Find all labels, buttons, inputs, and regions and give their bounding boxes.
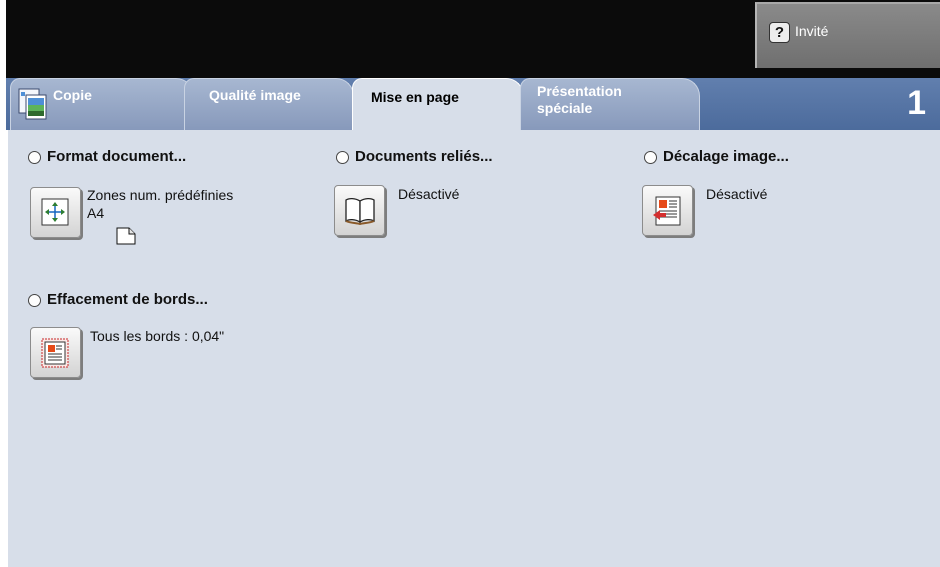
page-orientation-icon — [116, 227, 136, 245]
edge-erase-radio[interactable] — [28, 294, 41, 307]
page-number: 1 — [907, 84, 926, 122]
image-shift-radio[interactable] — [644, 151, 657, 164]
tab-copy-label: Copie — [53, 87, 92, 103]
tab-bar: Copie Qualité image Mise en page Présent… — [6, 78, 940, 132]
edge-erase-button[interactable] — [30, 327, 81, 378]
format-document-button[interactable] — [30, 187, 81, 238]
bound-originals-title[interactable]: Documents reliés... — [355, 148, 493, 165]
tab-copy[interactable]: Copie — [10, 78, 194, 130]
edge-erase-value: Tous les bords : 0,04" — [90, 328, 225, 344]
image-shift-title[interactable]: Décalage image... — [663, 148, 789, 165]
format-document-size: A4 — [87, 205, 105, 221]
tab-image-quality[interactable]: Qualité image — [184, 78, 354, 130]
format-document-radio[interactable] — [28, 151, 41, 164]
open-book-icon — [345, 197, 375, 225]
tab-special-label-line2: spéciale — [537, 100, 593, 116]
bound-originals-radio[interactable] — [336, 151, 349, 164]
scan-area-icon — [41, 198, 69, 226]
format-document-title[interactable]: Format document... — [47, 148, 186, 165]
guest-user-label: Invité — [795, 23, 829, 39]
bound-originals-button[interactable] — [334, 185, 385, 236]
device-screen: ? Invité Copie Qualité image Mise en pag… — [6, 0, 940, 567]
tab-layout-label: Mise en page — [371, 89, 459, 105]
help-icon: ? — [769, 22, 790, 43]
tab-special-presentation[interactable]: Présentation spéciale — [520, 78, 700, 130]
bound-originals-value: Désactivé — [398, 186, 460, 202]
edge-erase-title[interactable]: Effacement de bords... — [47, 291, 208, 308]
edge-erase-icon — [41, 338, 69, 368]
format-document-value: Zones num. prédéfinies — [87, 187, 234, 203]
image-shift-button[interactable] — [642, 185, 693, 236]
layout-panel: Format document... Zones num. prédéfinie… — [6, 130, 940, 567]
guest-user-button[interactable]: ? Invité — [755, 2, 940, 68]
image-shift-value: Désactivé — [706, 186, 768, 202]
tab-layout[interactable]: Mise en page — [352, 78, 524, 132]
image-shift-icon — [653, 196, 681, 226]
copy-icon — [18, 88, 47, 120]
tab-special-label-line1: Présentation — [537, 83, 622, 99]
tab-image-quality-label: Qualité image — [209, 87, 301, 103]
